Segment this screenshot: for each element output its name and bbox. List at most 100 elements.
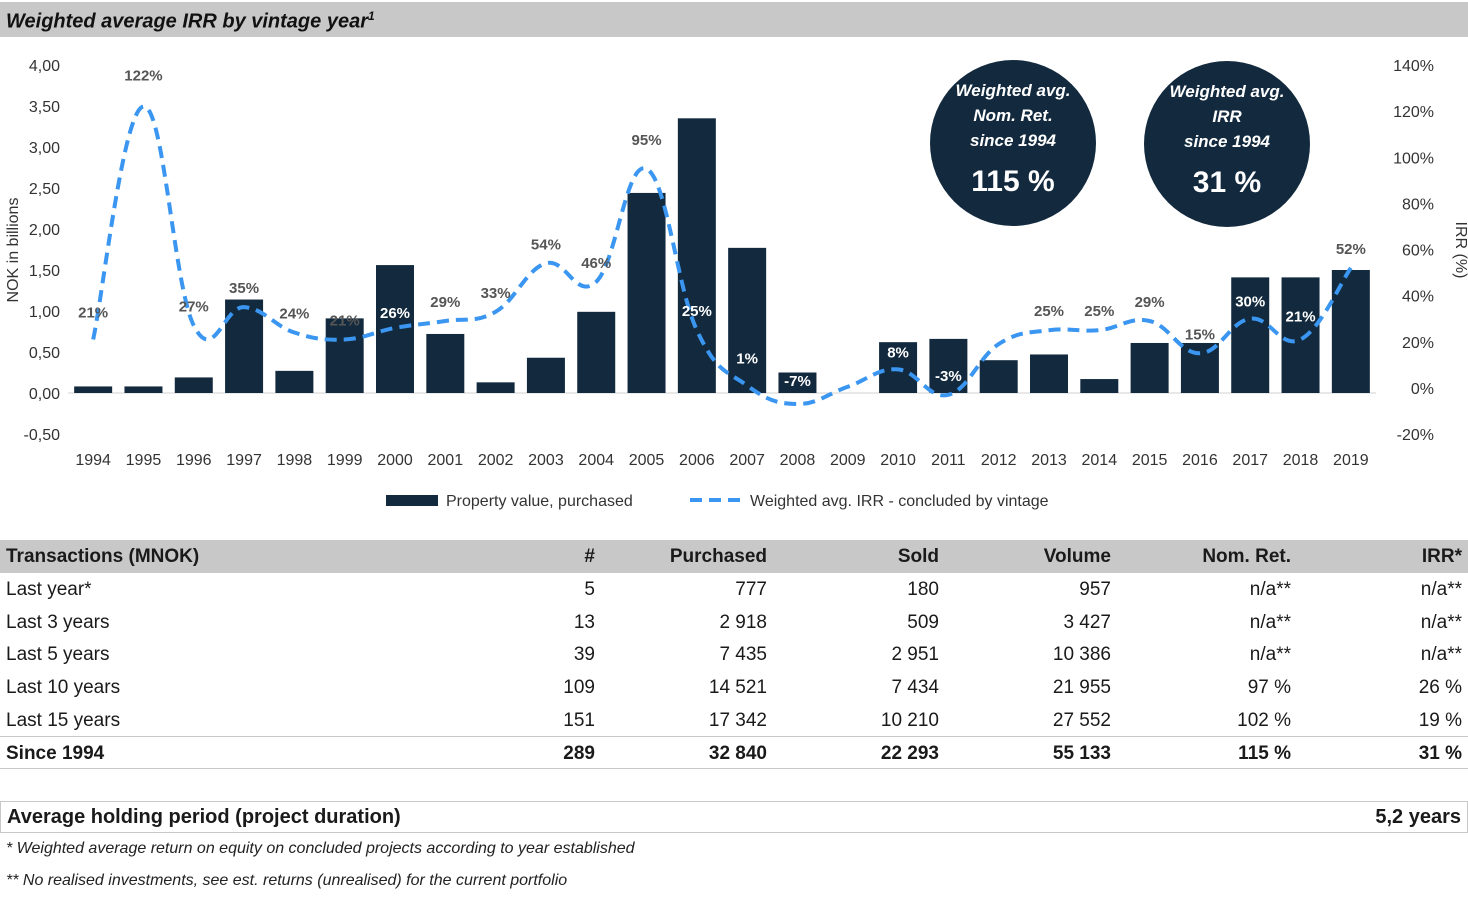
x-tick-label: 1996 (176, 452, 212, 469)
x-tick-label: 1995 (126, 452, 162, 469)
table-cell: 7 435 (719, 644, 767, 666)
x-tick-label: 2004 (578, 452, 614, 469)
point-label: 33% (481, 285, 511, 302)
bar (1281, 277, 1320, 393)
table-cell: 7 434 (891, 677, 939, 699)
bar (979, 360, 1018, 393)
bar (1080, 379, 1119, 393)
y-tick-label: 1,50 (29, 263, 60, 280)
footnote-1: * Weighted average return on equity on c… (6, 840, 635, 857)
table-cell: n/a** (1420, 644, 1462, 666)
summary-circle-line: IRR (1212, 107, 1242, 126)
table-cell: 2 918 (719, 611, 767, 633)
table-cell: 13 (573, 611, 595, 633)
bar (627, 192, 666, 393)
y2-tick-label: 20% (1402, 335, 1434, 352)
table-header: IRR* (1421, 546, 1462, 567)
y-axis-title: NOK in billions (5, 198, 22, 303)
x-tick-label: 2016 (1182, 452, 1218, 469)
x-tick-label: 2013 (1031, 452, 1067, 469)
x-tick-label: 2001 (428, 452, 464, 469)
y-tick-label: 3,50 (29, 99, 60, 116)
y2-tick-label: 80% (1402, 196, 1434, 213)
legend-label: Weighted avg. IRR - concluded by vintage (750, 493, 1049, 510)
table-cell: 55 133 (1052, 742, 1111, 764)
table-row: Last 15 years 151 17 342 10 210 27 552 102 % 1… (0, 704, 1468, 737)
summary-circle-value: 115 % (971, 165, 1054, 198)
table-divider (0, 768, 1468, 769)
x-tick-label: 2018 (1283, 452, 1319, 469)
table-header: Transactions (MNOK) (6, 546, 200, 567)
x-tick-label: 2000 (377, 452, 413, 469)
table-cell: n/a** (1249, 644, 1291, 666)
point-label: 27% (179, 299, 209, 316)
point-label: 1% (736, 351, 758, 368)
table-header-row: Transactions (MNOK) # Purchased Sold Vol… (0, 540, 1468, 573)
point-label: 54% (531, 236, 561, 253)
x-tick-label: 1997 (226, 452, 262, 469)
table-cell: Last 15 years (6, 709, 121, 731)
point-label: 21% (78, 304, 108, 321)
y-tick-label: 0,50 (29, 345, 60, 362)
summary-circle-line: Weighted avg. (1170, 82, 1285, 101)
x-tick-label: 2017 (1232, 452, 1268, 469)
y-tick-label: 1,00 (29, 304, 60, 321)
bar (174, 377, 213, 393)
x-tick-label: 2002 (478, 452, 514, 469)
point-label: 95% (632, 132, 662, 149)
x-tick-label: 2015 (1132, 452, 1168, 469)
y-tick-label: 2,50 (29, 181, 60, 198)
x-tick-label: 2007 (729, 452, 765, 469)
table-cell: 5 (584, 579, 595, 600)
bar (728, 247, 767, 393)
table-cell: Last 10 years (6, 677, 121, 699)
y2-axis-title: IRR (%) (1452, 222, 1468, 279)
point-label: 21% (330, 312, 360, 329)
point-label: 24% (279, 306, 309, 323)
table-row: Last 10 years 109 14 521 7 434 21 955 97 % 26 … (0, 671, 1468, 704)
table-cell: 115 % (1238, 742, 1291, 764)
bar (426, 333, 465, 393)
table-header: Purchased (669, 546, 767, 567)
point-label: 35% (229, 280, 259, 297)
table-cell: n/a** (1249, 579, 1291, 600)
y2-tick-label: 100% (1393, 150, 1434, 167)
table-cell: 2 951 (891, 644, 939, 666)
summary-circle-line: Weighted avg. (956, 81, 1071, 100)
bar (577, 311, 616, 393)
table-cell: n/a** (1420, 579, 1462, 600)
table-cell: 10 210 (880, 709, 939, 731)
bar (1130, 342, 1169, 393)
table-cell: Since 1994 (6, 742, 105, 764)
table-header: Sold (897, 546, 939, 567)
table-cell: 22 293 (880, 742, 939, 764)
x-tick-label: 2011 (931, 452, 966, 469)
point-label: 25% (1084, 303, 1114, 320)
x-tick-label: 2009 (830, 452, 866, 469)
point-label: 21% (1286, 308, 1316, 325)
table-cell: n/a** (1420, 611, 1462, 633)
summary-circle-line: since 1994 (970, 131, 1057, 150)
legend-swatch-bars (386, 495, 438, 506)
table-header: Nom. Ret. (1202, 546, 1291, 567)
x-tick-label: 2014 (1082, 452, 1118, 469)
table-cell: Last year* (6, 579, 92, 600)
x-tick-label: 2019 (1333, 452, 1369, 469)
y2-tick-label: -20% (1397, 427, 1434, 444)
table-cell: 289 (563, 742, 595, 764)
point-label: 46% (581, 255, 611, 272)
point-label: 29% (1135, 294, 1165, 311)
irr-chart: -0,50 0,00 0,50 1,00 1,50 2,00 2,50 3,00 3,50 4,0… (5, 58, 1468, 510)
summary-circle-line: Nom. Ret. (973, 106, 1052, 125)
y-tick-label: 2,00 (29, 222, 60, 239)
table-row: Last year* 5 777 180 957 n/a** n/a** (0, 573, 1468, 606)
table-cell: 39 (573, 644, 595, 666)
table-row: Last 5 years 39 7 435 2 951 10 386 n/a** n/a** (0, 638, 1468, 671)
x-tick-label: 1994 (75, 452, 111, 469)
x-tick-label: 2006 (679, 452, 715, 469)
y2-tick-label: 0% (1411, 381, 1434, 398)
table-cell: 19 % (1418, 709, 1462, 731)
point-label: 52% (1336, 241, 1366, 258)
table-header: # (584, 546, 595, 567)
table-cell: Last 5 years (6, 644, 110, 666)
